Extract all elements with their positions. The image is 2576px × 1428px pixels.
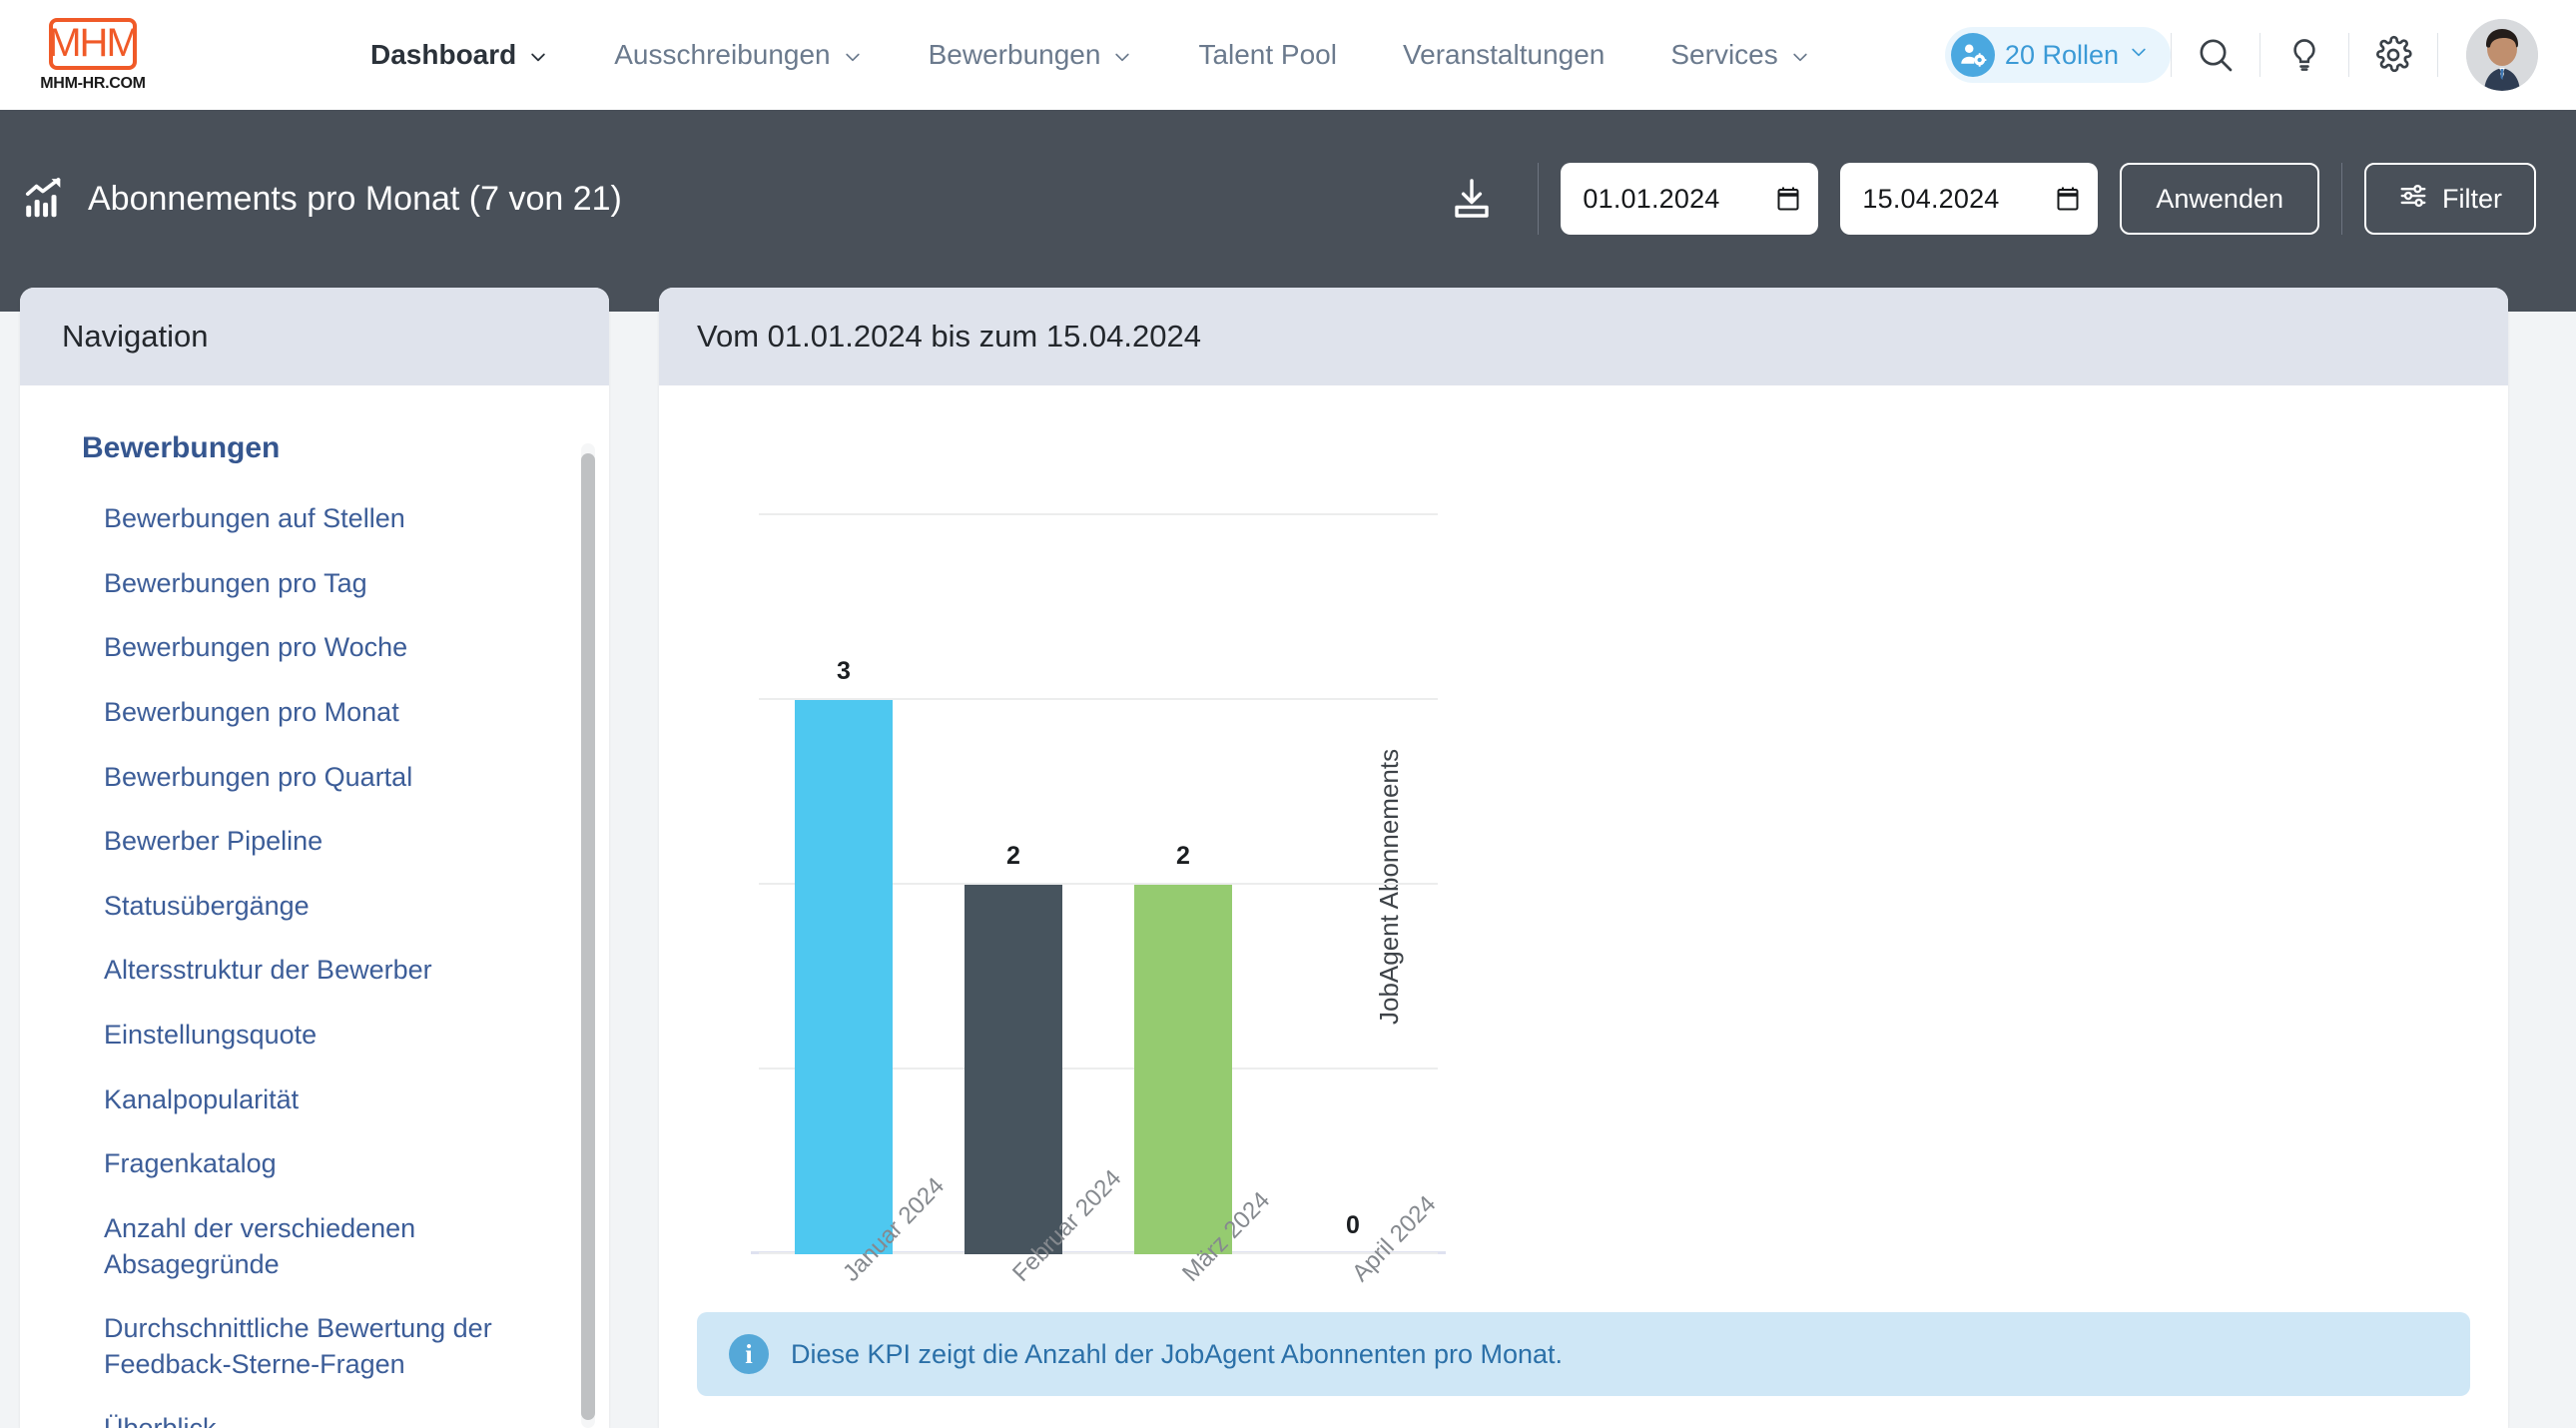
chart-bars: 3 Januar 2024 2 Februar 2024 2 März 2024 0 Apri…	[759, 515, 1441, 1287]
page-body: Navigation Bewerbungen Bewerbungen auf S…	[0, 288, 2576, 1428]
date-to-value: 15.04.2024	[1862, 183, 2000, 214]
date-to-input[interactable]: 15.04.2024	[1840, 163, 2099, 235]
sidebar-item-altersstruktur-der-bewerber[interactable]: Altersstruktur der Bewerber	[20, 953, 609, 989]
chart-bar-group[interactable]: 2 Februar 2024	[929, 515, 1127, 1287]
top-navigation-bar: MHM MHM-HR.COM Dashboard Ausschreibungen…	[0, 0, 2576, 110]
nav-item-label: Bewerbungen	[928, 39, 1101, 70]
search-icon[interactable]	[2188, 27, 2244, 83]
roles-label: 20 Rollen	[2004, 39, 2119, 70]
kpi-panel: Vom 01.01.2024 bis zum 15.04.2024 JobAge…	[659, 288, 2508, 1428]
divider	[1538, 163, 1540, 235]
sidebar-item-bewerbungen-pro-tag[interactable]: Bewerbungen pro Tag	[20, 566, 609, 602]
chevron-down-icon	[528, 42, 548, 62]
logo-box: MHM	[48, 17, 140, 70]
sidebar-item-ueberblick[interactable]: Überblick	[20, 1411, 609, 1428]
apply-button[interactable]: Anwenden	[2120, 163, 2319, 235]
kpi-info-banner: i Diese KPI zeigt die Anzahl der JobAgen…	[697, 1312, 2470, 1396]
filter-button[interactable]: Filter	[2364, 163, 2536, 235]
bar-chart: JobAgent Abonnements 3 Januar 2024 2 Februa…	[659, 385, 2508, 1384]
sidebar-item-bewerbungen-pro-woche[interactable]: Bewerbungen pro Woche	[20, 630, 609, 666]
main-menu: Dashboard Ausschreibungen Bewerbungen Ta…	[337, 39, 1843, 71]
chevron-down-icon	[843, 42, 863, 62]
user-gear-icon	[1950, 33, 1995, 77]
sidebar-item-bewerbungen-auf-stellen[interactable]: Bewerbungen auf Stellen	[20, 501, 609, 537]
info-icon: i	[729, 1334, 769, 1374]
divider	[2171, 33, 2172, 77]
sidebar-item-bewerbungen-pro-monat[interactable]: Bewerbungen pro Monat	[20, 695, 609, 731]
divider	[2259, 33, 2260, 77]
nav-item-bewerbungen[interactable]: Bewerbungen	[896, 39, 1166, 71]
sidebar-scrollbar-thumb[interactable]	[581, 453, 595, 1420]
chevron-down-icon	[1790, 42, 1810, 62]
filter-button-label: Filter	[2442, 183, 2502, 214]
sidebar-item-fragenkatalog[interactable]: Fragenkatalog	[20, 1146, 609, 1182]
sidebar-item-kanalpopularitaet[interactable]: Kanalpopularität	[20, 1082, 609, 1118]
roles-selector[interactable]: 20 Rollen	[1944, 27, 2171, 83]
chart-bar[interactable]	[1133, 885, 1233, 1254]
nav-item-services[interactable]: Services	[1637, 39, 1842, 71]
divider	[2341, 163, 2342, 235]
chart-plot-area: 3 Januar 2024 2 Februar 2024 2 März 2024 0 Apri…	[751, 513, 1446, 1287]
chevron-down-icon	[2129, 42, 2149, 62]
chart-bar-group[interactable]: 3 Januar 2024	[759, 515, 950, 1287]
sliders-icon	[2398, 181, 2428, 218]
chart-bar-value-label: 0	[1346, 1211, 1360, 1239]
nav-item-label: Talent Pool	[1198, 39, 1337, 70]
sidebar-item-bewerber-pipeline[interactable]: Bewerber Pipeline	[20, 824, 609, 860]
sidebar-item-anzahl-absagegruende[interactable]: Anzahl der verschiedenen Absagegründe	[20, 1211, 609, 1282]
sidebar-item-einstellungsquote[interactable]: Einstellungsquote	[20, 1018, 609, 1054]
chart-bar-value-label: 2	[1006, 842, 1020, 870]
date-from-input[interactable]: 01.01.2024	[1561, 163, 1819, 235]
nav-item-talent-pool[interactable]: Talent Pool	[1165, 39, 1370, 71]
nav-item-ausschreibungen[interactable]: Ausschreibungen	[581, 39, 895, 71]
lightbulb-icon[interactable]	[2276, 27, 2332, 83]
page-title: Abonnements pro Monat (7 von 21)	[88, 179, 622, 218]
chart-bar[interactable]	[964, 885, 1063, 1254]
calendar-icon[interactable]	[2056, 186, 2080, 212]
kpi-panel-body: JobAgent Abonnements 3 Januar 2024 2 Februa…	[659, 385, 2508, 1428]
navigation-sidebar: Navigation Bewerbungen Bewerbungen auf S…	[20, 288, 609, 1428]
sidebar-content[interactable]: Bewerbungen Bewerbungen auf Stellen Bewe…	[20, 385, 609, 1428]
page-toolbar: Abonnements pro Monat (7 von 21) 01.01.2…	[0, 110, 2576, 288]
sidebar-header: Navigation	[20, 288, 609, 385]
chart-bar-value-label: 3	[837, 657, 851, 685]
chart-x-tick-label: April 2024	[1347, 1190, 1442, 1287]
date-from-value: 01.01.2024	[1583, 183, 1720, 214]
chart-bar[interactable]	[794, 700, 894, 1254]
apply-button-label: Anwenden	[2156, 183, 2283, 214]
toolbar-controls: 01.01.2024 15.04.2024 Anwenden Filter	[1446, 163, 2536, 235]
page-title-group: Abonnements pro Monat (7 von 21)	[22, 176, 622, 222]
nav-item-label: Services	[1670, 39, 1778, 70]
divider	[2437, 33, 2438, 77]
logo-subtext: MHM-HR.COM	[40, 74, 146, 92]
chart-bar-group[interactable]: 2 März 2024	[1098, 515, 1275, 1287]
chart-bar-value-label: 2	[1176, 842, 1190, 870]
date-range-title: Vom 01.01.2024 bis zum 15.04.2024	[697, 319, 1201, 354]
top-nav-actions: 20 Rollen	[1944, 19, 2538, 91]
chevron-down-icon	[1112, 42, 1132, 62]
logo-text: MHM	[48, 20, 140, 65]
sidebar-item-statusuebergaenge[interactable]: Statusübergänge	[20, 889, 609, 925]
divider	[2348, 33, 2349, 77]
download-icon[interactable]	[1446, 173, 1498, 225]
nav-item-label: Dashboard	[370, 39, 517, 70]
kpi-info-text: Diese KPI zeigt die Anzahl der JobAgent …	[791, 1338, 1564, 1369]
sidebar-group-bewerbungen[interactable]: Bewerbungen	[20, 431, 609, 465]
nav-item-label: Veranstaltungen	[1402, 39, 1606, 70]
nav-item-dashboard[interactable]: Dashboard	[337, 39, 581, 71]
brand-logo[interactable]: MHM MHM-HR.COM	[28, 17, 158, 93]
sidebar-item-durchschnittliche-bewertung-feedback[interactable]: Durchschnittliche Bewertung der Feedback…	[20, 1311, 609, 1382]
gear-icon[interactable]	[2365, 27, 2421, 83]
kpi-panel-header: Vom 01.01.2024 bis zum 15.04.2024	[659, 288, 2508, 385]
avatar[interactable]	[2466, 19, 2538, 91]
sidebar-item-bewerbungen-pro-quartal[interactable]: Bewerbungen pro Quartal	[20, 760, 609, 796]
sidebar-header-title: Navigation	[62, 319, 209, 354]
chart-trend-icon	[22, 176, 68, 222]
nav-item-label: Ausschreibungen	[614, 39, 831, 70]
nav-item-veranstaltungen[interactable]: Veranstaltungen	[1370, 39, 1637, 71]
chart-bar-group[interactable]: 0 April 2024	[1268, 515, 1441, 1287]
calendar-icon[interactable]	[1776, 186, 1800, 212]
